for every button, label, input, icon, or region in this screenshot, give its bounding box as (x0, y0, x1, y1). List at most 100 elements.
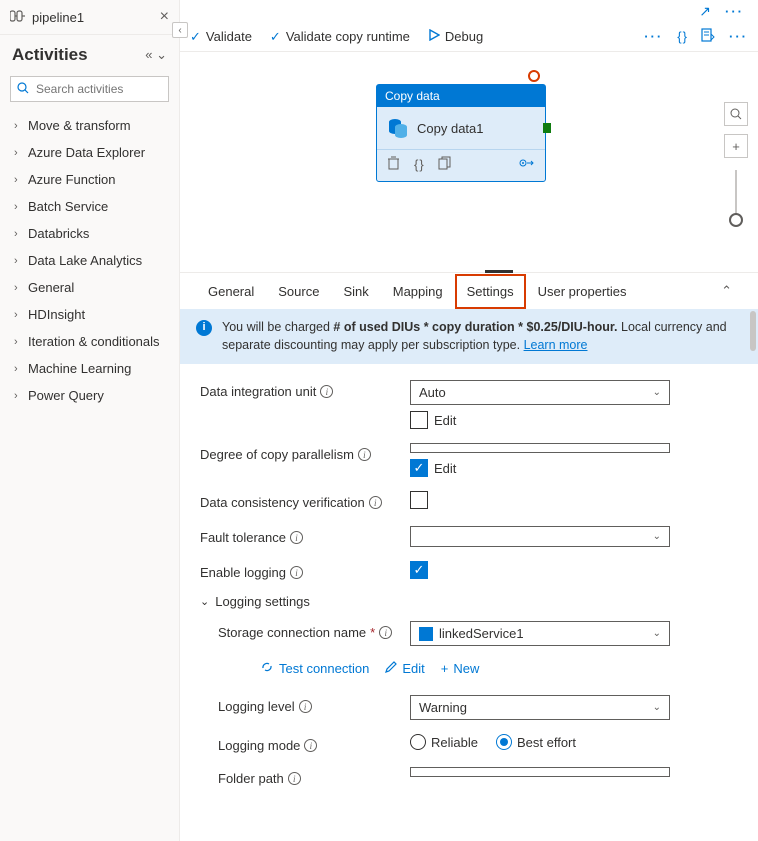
data-consistency-label: Data consistency verificationi (200, 491, 410, 510)
node-actions: { } (377, 149, 545, 181)
category-databricks[interactable]: ›Databricks (0, 220, 179, 247)
code-icon[interactable]: { } (414, 157, 424, 172)
category-move-transform[interactable]: ›Move & transform (0, 112, 179, 139)
output-connector[interactable] (543, 123, 551, 133)
toolbar-more-2-icon[interactable]: ··· (729, 29, 748, 44)
category-iteration-conditionals[interactable]: ›Iteration & conditionals (0, 328, 179, 355)
window-controls: ↗ ··· (180, 0, 758, 22)
tab-title: pipeline1 (32, 10, 160, 25)
copy-data-node[interactable]: Copy data Copy data1 { } (376, 84, 546, 182)
info-tooltip-icon[interactable]: i (320, 385, 333, 398)
collapse-all-icon[interactable]: « ⌄ (145, 47, 167, 63)
check-icon: ✓ (190, 29, 201, 45)
panel-collapse-toggle[interactable]: ⌃ (711, 273, 742, 309)
info-tooltip-icon[interactable]: i (288, 772, 301, 785)
pipeline-toolbar: ✓ Validate ✓ Validate copy runtime Debug… (180, 22, 758, 52)
zoom-slider[interactable] (735, 170, 737, 220)
parallelism-edit-checkbox[interactable]: ✓ (410, 459, 428, 477)
diu-select[interactable]: Auto⌄ (410, 380, 670, 405)
tab-general[interactable]: General (196, 274, 266, 309)
parallelism-input[interactable] (410, 443, 670, 453)
pipeline-canvas[interactable]: Copy data Copy data1 { } (180, 52, 758, 272)
enable-logging-label: Enable loggingi (200, 561, 410, 580)
mapping-icon[interactable] (519, 157, 535, 172)
expand-icon[interactable]: ↗ (699, 3, 711, 20)
validate-button[interactable]: ✓ Validate (190, 29, 252, 45)
folder-path-input[interactable] (410, 767, 670, 777)
info-tooltip-icon[interactable]: i (304, 739, 317, 752)
sidebar: pipeline1 × Activities « ⌄ ›Move & trans… (0, 0, 180, 841)
category-general[interactable]: ›General (0, 274, 179, 301)
delete-icon[interactable] (387, 156, 400, 173)
info-icon: i (196, 320, 212, 336)
play-icon (428, 29, 440, 44)
tab-settings[interactable]: Settings (455, 274, 526, 309)
search-input[interactable] (34, 80, 193, 98)
close-icon[interactable]: × (160, 8, 169, 26)
enable-logging-checkbox[interactable]: ✓ (410, 561, 428, 579)
tab-source[interactable]: Source (266, 274, 331, 309)
zoom-in-icon[interactable]: + (724, 134, 748, 158)
debug-button[interactable]: Debug (428, 29, 483, 44)
data-consistency-checkbox[interactable] (410, 491, 428, 509)
fault-tolerance-select[interactable]: ⌄ (410, 526, 670, 547)
new-linked-service-button[interactable]: + New (441, 661, 480, 676)
scrollbar[interactable] (750, 311, 756, 351)
storage-connection-select[interactable]: linkedService1⌄ (410, 621, 670, 646)
category-data-lake-analytics[interactable]: ›Data Lake Analytics (0, 247, 179, 274)
info-tooltip-icon[interactable]: i (369, 496, 382, 509)
info-tooltip-icon[interactable]: i (290, 566, 303, 579)
sidebar-collapse-toggle[interactable]: ‹ (172, 22, 188, 38)
properties-icon[interactable] (701, 28, 715, 45)
test-connection-button[interactable]: Test connection (260, 660, 369, 677)
main: ‹ ↗ ··· ✓ Validate ✓ Validate copy runti… (180, 0, 758, 841)
pricing-banner: i You will be charged # of used DIUs * c… (180, 309, 758, 364)
check-icon: ✓ (270, 29, 281, 45)
activities-header: Activities « ⌄ (0, 35, 179, 70)
category-batch-service[interactable]: ›Batch Service (0, 193, 179, 220)
zoom-slider-knob[interactable] (729, 213, 743, 227)
diu-label: Data integration uniti (200, 380, 410, 399)
parallelism-label: Degree of copy parallelismi (200, 443, 410, 462)
logging-mode-reliable-radio[interactable]: Reliable (410, 734, 478, 750)
storage-connection-label: Storage connection name *i (218, 621, 410, 640)
toolbar-more-icon[interactable]: ··· (644, 29, 663, 44)
category-power-query[interactable]: ›Power Query (0, 382, 179, 409)
info-tooltip-icon[interactable]: i (379, 626, 392, 639)
validate-copy-runtime-button[interactable]: ✓ Validate copy runtime (270, 29, 410, 45)
tab-sink[interactable]: Sink (331, 274, 380, 309)
info-tooltip-icon[interactable]: i (299, 700, 312, 713)
learn-more-link[interactable]: Learn more (524, 338, 588, 352)
pipeline-icon (10, 9, 26, 26)
database-icon (387, 117, 409, 139)
validation-error-indicator[interactable] (528, 70, 540, 82)
fault-tolerance-label: Fault tolerancei (200, 526, 410, 545)
tab-mapping[interactable]: Mapping (381, 274, 455, 309)
linked-service-icon (419, 627, 433, 641)
activities-title: Activities (12, 45, 88, 65)
edit-linked-service-button[interactable]: Edit (385, 661, 424, 676)
folder-path-label: Folder pathi (218, 767, 410, 786)
logging-mode-best-effort-radio[interactable]: Best effort (496, 734, 576, 750)
category-azure-data-explorer[interactable]: ›Azure Data Explorer (0, 139, 179, 166)
activities-search[interactable] (10, 76, 169, 102)
category-hdinsight[interactable]: ›HDInsight (0, 301, 179, 328)
logging-level-select[interactable]: Warning⌄ (410, 695, 670, 720)
logging-settings-toggle[interactable]: ⌄ Logging settings (200, 594, 738, 609)
tab-user-properties[interactable]: User properties (526, 274, 639, 309)
edit-icon (385, 661, 397, 676)
category-azure-function[interactable]: ›Azure Function (0, 166, 179, 193)
info-tooltip-icon[interactable]: i (290, 531, 303, 544)
category-machine-learning[interactable]: ›Machine Learning (0, 355, 179, 382)
diu-edit-checkbox[interactable] (410, 411, 428, 429)
zoom-fit-icon[interactable] (724, 102, 748, 126)
canvas-tools: + (724, 102, 748, 224)
node-type: Copy data (377, 85, 545, 107)
chevron-down-icon: ⌄ (653, 387, 661, 398)
pipeline-tab[interactable]: pipeline1 × (0, 0, 179, 35)
code-braces-icon[interactable]: { } (677, 29, 687, 44)
connection-icon (260, 660, 274, 677)
info-tooltip-icon[interactable]: i (358, 448, 371, 461)
more-menu-icon[interactable]: ··· (725, 4, 744, 19)
clone-icon[interactable] (438, 156, 451, 173)
